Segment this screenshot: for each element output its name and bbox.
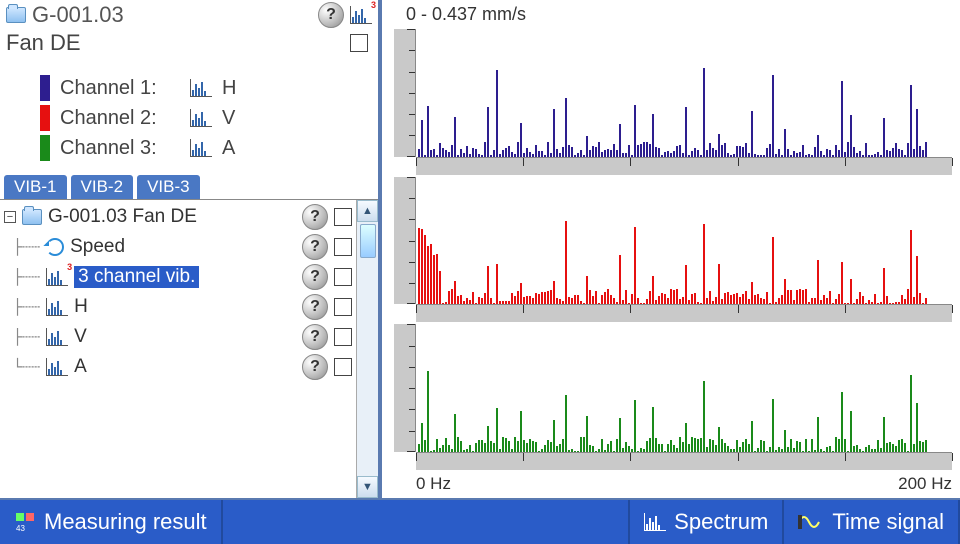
time-signal-button[interactable]: Time signal bbox=[784, 500, 960, 544]
tree-connector: └┄┄ bbox=[4, 358, 40, 376]
row-checkbox[interactable] bbox=[334, 268, 352, 286]
header-checkbox[interactable] bbox=[350, 34, 368, 52]
plot-area bbox=[416, 177, 952, 305]
tree-item-label: V bbox=[74, 326, 87, 348]
scroll-up-button[interactable]: ▲ bbox=[357, 200, 378, 222]
bottom-toolbar: 43 Measuring result Spectrum Time signal bbox=[0, 500, 960, 544]
help-button[interactable]: ? bbox=[302, 204, 328, 230]
spectrum-icon bbox=[46, 298, 68, 316]
color-swatch bbox=[40, 75, 50, 101]
legend-axis: H bbox=[222, 77, 236, 100]
row-checkbox[interactable] bbox=[334, 238, 352, 256]
tree-root-label: G-001.03 Fan DE bbox=[48, 206, 197, 228]
tree-item-a[interactable]: └┄┄ A ? bbox=[0, 352, 356, 382]
tree-scrollbar[interactable]: ▲ ▼ bbox=[356, 200, 378, 498]
spectrum-label: Spectrum bbox=[674, 509, 768, 535]
help-button[interactable]: ? bbox=[302, 264, 328, 290]
x-axis bbox=[416, 157, 952, 175]
tree-item-label: A bbox=[74, 356, 87, 378]
legend-label: Channel 3: bbox=[60, 137, 180, 160]
x-axis bbox=[416, 304, 952, 322]
channel-legend: Channel 1: H Channel 2: V Channel 3: A bbox=[0, 65, 378, 175]
tree-item-h[interactable]: ├┄┄ H ? bbox=[0, 292, 356, 322]
spectrum-icon bbox=[190, 139, 212, 157]
x-axis bbox=[416, 452, 952, 470]
spectrum-icon bbox=[190, 79, 212, 97]
tab-vib3[interactable]: VIB-3 bbox=[137, 175, 200, 199]
spectrum-chart bbox=[394, 324, 952, 452]
tree-item-3channel[interactable]: ├┄┄ 3 channel vib. ? bbox=[0, 262, 356, 292]
legend-axis: V bbox=[222, 107, 235, 130]
legend-row: Channel 1: H bbox=[40, 75, 378, 101]
time-signal-label: Time signal bbox=[832, 509, 944, 535]
measuring-result-button[interactable]: 43 Measuring result bbox=[0, 500, 223, 544]
legend-row: Channel 3: A bbox=[40, 135, 378, 161]
help-button[interactable]: ? bbox=[302, 324, 328, 350]
spectrum-chart bbox=[394, 177, 952, 305]
refresh-icon bbox=[46, 238, 64, 256]
folder-icon bbox=[22, 209, 42, 225]
measurement-tree: − G-001.03 Fan DE ? ├┄┄ Speed ? bbox=[0, 200, 356, 498]
page-title: G-001.03 bbox=[32, 2, 124, 28]
multichannel-icon bbox=[46, 268, 68, 286]
vib-tabs: VIB-1 VIB-2 VIB-3 bbox=[0, 175, 378, 199]
row-checkbox[interactable] bbox=[334, 358, 352, 376]
tab-vib2[interactable]: VIB-2 bbox=[71, 175, 134, 199]
left-panel: G-001.03 ? Fan DE Channel 1: H bbox=[0, 0, 382, 498]
help-button[interactable]: ? bbox=[302, 294, 328, 320]
tree-connector: ├┄┄ bbox=[4, 328, 40, 346]
scroll-thumb[interactable] bbox=[360, 224, 376, 258]
result-icon: 43 bbox=[14, 511, 36, 533]
help-button[interactable]: ? bbox=[302, 354, 328, 380]
spectrum-icon bbox=[46, 358, 68, 376]
time-signal-icon bbox=[798, 511, 824, 533]
folder-icon bbox=[6, 7, 26, 23]
tree-root[interactable]: − G-001.03 Fan DE ? bbox=[0, 202, 356, 232]
spectrum-icon bbox=[46, 328, 68, 346]
tree-item-label: 3 channel vib. bbox=[74, 266, 199, 288]
x-axis-min: 0 Hz bbox=[416, 474, 451, 494]
tab-vib1[interactable]: VIB-1 bbox=[4, 175, 67, 199]
y-axis bbox=[394, 177, 416, 305]
legend-row: Channel 2: V bbox=[40, 105, 378, 131]
multichannel-icon[interactable] bbox=[350, 6, 372, 24]
tree-connector: ├┄┄ bbox=[4, 238, 40, 256]
chart-panel: 0 - 0.437 mm/s 0 Hz 200 Hz bbox=[382, 0, 960, 498]
legend-label: Channel 2: bbox=[60, 107, 180, 130]
tree-item-speed[interactable]: ├┄┄ Speed ? bbox=[0, 232, 356, 262]
spectrum-icon bbox=[644, 513, 666, 531]
y-axis bbox=[394, 324, 416, 452]
tree-connector: ├┄┄ bbox=[4, 268, 40, 286]
collapse-icon[interactable]: − bbox=[4, 211, 16, 223]
legend-axis: A bbox=[222, 137, 235, 160]
measuring-result-label: Measuring result bbox=[44, 509, 207, 535]
plot-area bbox=[416, 29, 952, 157]
help-button[interactable]: ? bbox=[302, 234, 328, 260]
tree-item-label: H bbox=[74, 296, 88, 318]
tree-connector: ├┄┄ bbox=[4, 298, 40, 316]
spectrum-icon bbox=[190, 109, 212, 127]
help-button[interactable]: ? bbox=[318, 2, 344, 28]
spectrum-chart bbox=[394, 29, 952, 157]
plot-area bbox=[416, 324, 952, 452]
row-checkbox[interactable] bbox=[334, 208, 352, 226]
x-axis-max: 200 Hz bbox=[898, 474, 952, 494]
footer-spacer bbox=[223, 500, 631, 544]
svg-text:43: 43 bbox=[16, 524, 25, 533]
spectrum-button[interactable]: Spectrum bbox=[630, 500, 784, 544]
chart-range-label: 0 - 0.437 mm/s bbox=[394, 4, 952, 25]
color-swatch bbox=[40, 105, 50, 131]
tree-item-label: Speed bbox=[70, 236, 125, 258]
scroll-down-button[interactable]: ▼ bbox=[357, 476, 378, 498]
y-axis bbox=[394, 29, 416, 157]
legend-label: Channel 1: bbox=[60, 77, 180, 100]
color-swatch bbox=[40, 135, 50, 161]
row-checkbox[interactable] bbox=[334, 298, 352, 316]
row-checkbox[interactable] bbox=[334, 328, 352, 346]
tree-item-v[interactable]: ├┄┄ V ? bbox=[0, 322, 356, 352]
